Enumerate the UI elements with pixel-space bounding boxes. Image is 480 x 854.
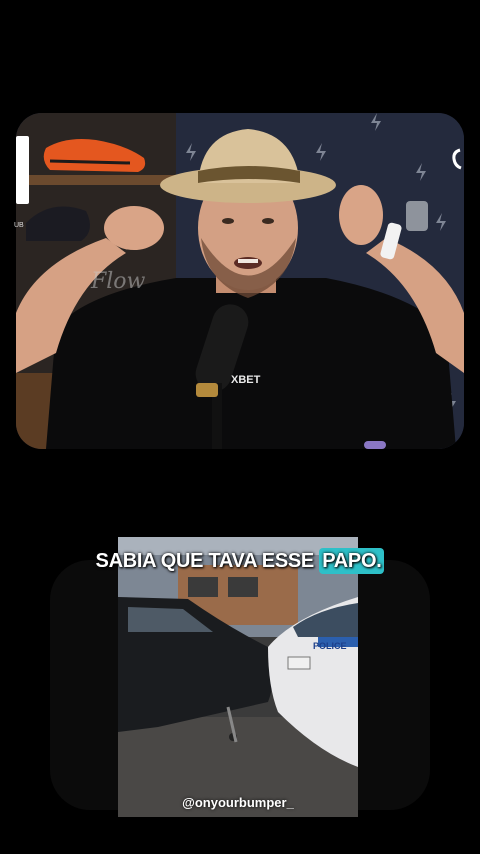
caption-highlight: PAPO. [319,548,385,574]
shirt-logo-text: XBET [231,374,261,386]
podcast-scene: XBET Flow [16,113,464,449]
podcast-video-frame: XBET Flow [16,113,464,449]
side-label: UB [14,222,24,229]
police-label: POLICE [313,641,347,651]
subtitle-caption: SABIA QUE TAVA ESSE PAPO. [0,548,480,574]
shelf-sign-text: Flow [90,269,146,294]
channel-badge [16,136,29,204]
watermark-handle: @onyourbumper_ [182,795,294,810]
car-crash-scene: POLICE [118,537,358,817]
corner-logo-icon [452,148,462,170]
crash-clip-frame: POLICE [118,537,358,817]
caption-text: SABIA QUE TAVA ESSE [95,550,315,572]
